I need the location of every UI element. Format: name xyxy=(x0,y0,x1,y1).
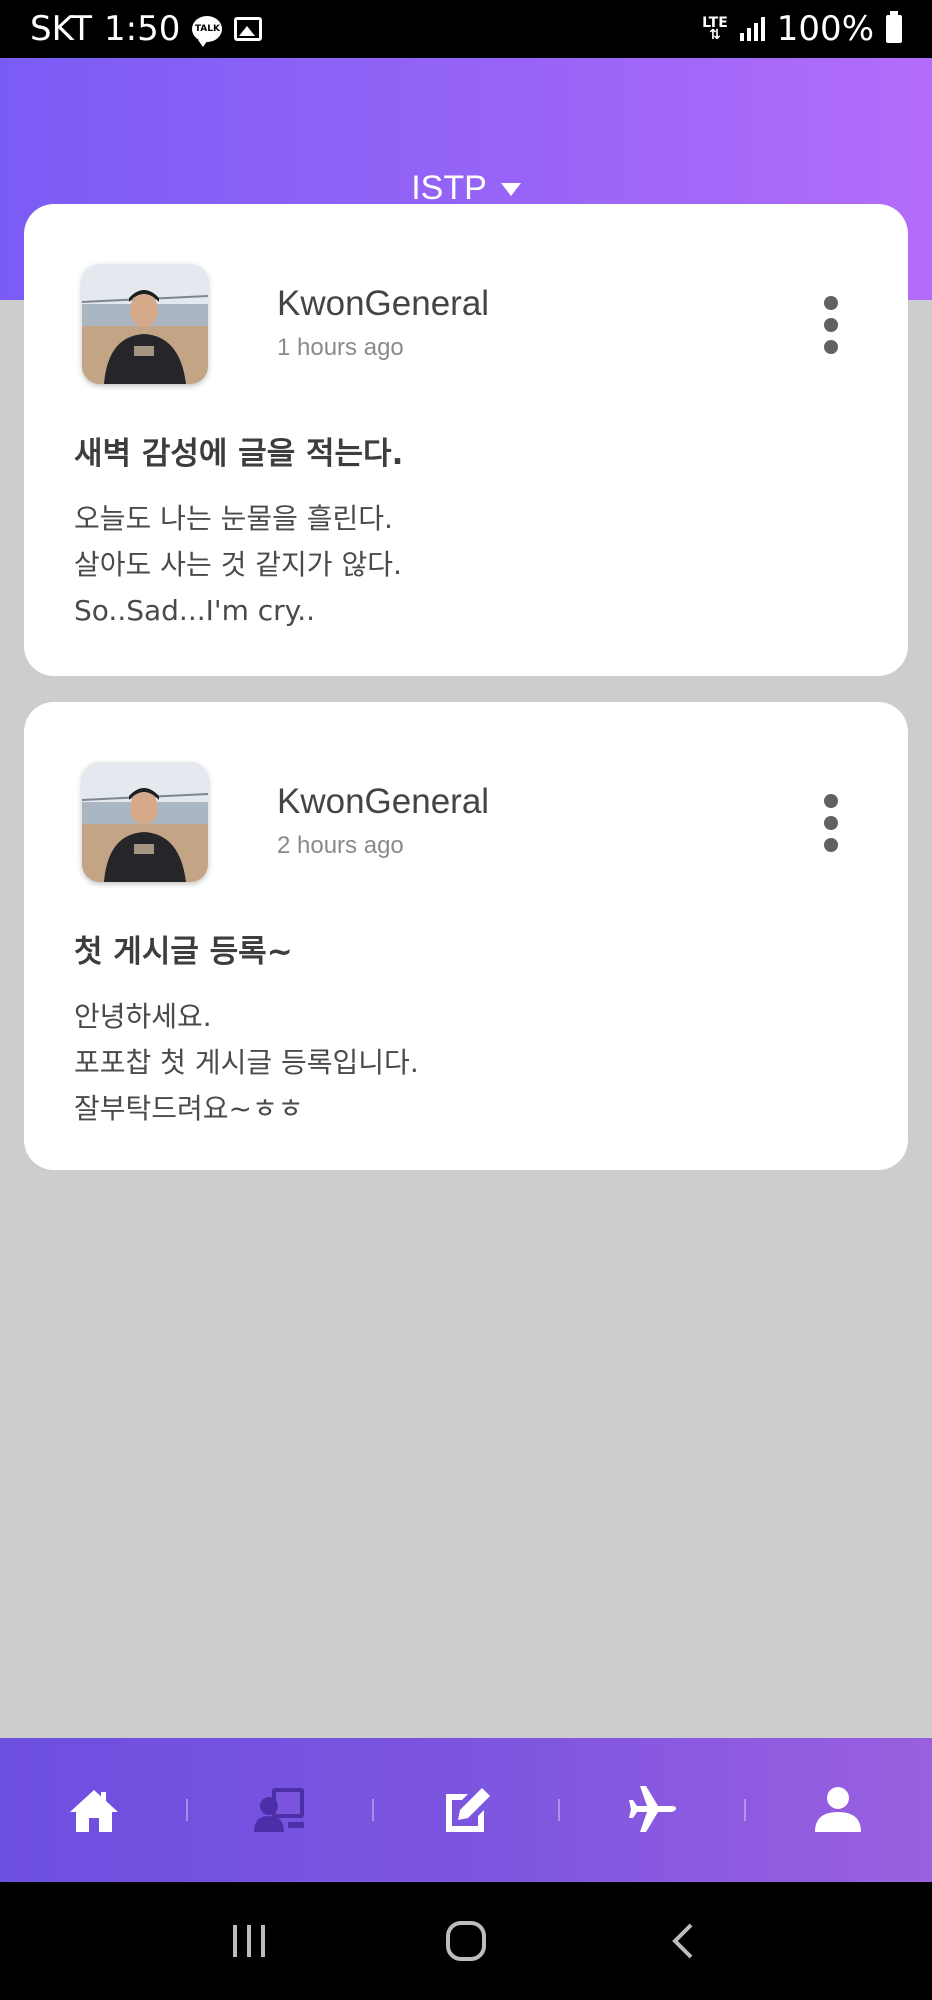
more-dot-icon xyxy=(824,340,838,354)
network-type: LTE xyxy=(702,15,728,31)
post-body: 오늘도 나는 눈물을 흘린다. 살아도 사는 것 같지가 않다. So..Sad… xyxy=(74,496,402,634)
post-body-line: 오늘도 나는 눈물을 흘린다. xyxy=(74,502,393,535)
more-dot-icon xyxy=(824,318,838,332)
avatar[interactable] xyxy=(82,762,208,882)
profile-card-icon xyxy=(254,1788,304,1832)
nav-divider xyxy=(558,1799,560,1821)
user-icon xyxy=(815,1787,861,1832)
recent-apps-icon xyxy=(232,1925,265,1957)
nav-divider xyxy=(186,1799,188,1821)
nav-profile-card[interactable] xyxy=(232,1762,328,1858)
post-time: 2 hours ago xyxy=(277,832,404,859)
more-options-button[interactable] xyxy=(816,296,846,354)
mbti-selector-label: ISTP xyxy=(411,168,487,207)
lte-icon: LTE ⇅ xyxy=(702,15,728,43)
post-time: 1 hours ago xyxy=(277,334,404,361)
more-options-button[interactable] xyxy=(816,794,846,852)
carrier-label: SKT xyxy=(30,9,93,49)
more-dot-icon xyxy=(824,838,838,852)
post-card[interactable]: KwonGeneral 2 hours ago 첫 게시글 등록~ 안녕하세요.… xyxy=(24,702,908,1170)
avatar-photo xyxy=(82,762,208,882)
system-navigation-bar xyxy=(0,1882,932,2000)
nav-divider xyxy=(372,1799,374,1821)
post-body-line: 안녕하세요. xyxy=(74,1000,212,1033)
post-body-line: 잘부탁드려요~ㅎㅎ xyxy=(74,1092,304,1125)
recent-apps-button[interactable] xyxy=(209,1901,289,1981)
caret-down-icon xyxy=(500,182,521,196)
clock: 1:50 xyxy=(104,9,181,49)
post-title: 첫 게시글 등록~ xyxy=(74,934,293,970)
post-body: 안녕하세요. 포포찹 첫 게시글 등록입니다. 잘부탁드려요~ㅎㅎ xyxy=(74,994,419,1132)
more-dot-icon xyxy=(824,794,838,808)
home-icon xyxy=(70,1790,118,1832)
avatar[interactable] xyxy=(82,264,208,384)
edit-icon xyxy=(446,1788,490,1832)
status-left: SKT 1:50 TALK xyxy=(30,9,263,49)
kakaotalk-notification-icon: TALK xyxy=(192,16,223,47)
post-body-line: So..Sad...I'm cry.. xyxy=(74,594,316,627)
battery-icon xyxy=(886,11,902,43)
post-title: 새벽 감성에 글을 적는다. xyxy=(74,436,404,472)
nav-home[interactable] xyxy=(46,1762,142,1858)
status-bar: SKT 1:50 TALK LTE ⇅ 100% xyxy=(0,0,932,58)
avatar-photo xyxy=(82,264,208,384)
airplane-icon xyxy=(629,1786,677,1832)
back-button[interactable] xyxy=(643,1901,723,1981)
post-body-line: 포포찹 첫 게시글 등록입니다. xyxy=(74,1046,419,1079)
post-author[interactable]: KwonGeneral xyxy=(277,782,489,822)
more-dot-icon xyxy=(824,296,838,310)
more-dot-icon xyxy=(824,816,838,830)
signal-icon xyxy=(739,17,765,41)
battery-percent: 100% xyxy=(776,9,874,49)
back-chevron-icon xyxy=(672,1923,693,1959)
post-author[interactable]: KwonGeneral xyxy=(277,284,489,324)
talk-badge-text: TALK xyxy=(194,24,220,34)
nav-travel[interactable] xyxy=(604,1762,700,1858)
bottom-navigation xyxy=(0,1738,932,1882)
post-body-line: 살아도 사는 것 같지가 않다. xyxy=(74,548,402,581)
nav-divider xyxy=(744,1799,746,1821)
status-right: LTE ⇅ 100% xyxy=(702,9,902,49)
nav-profile[interactable] xyxy=(790,1762,886,1858)
nav-write[interactable] xyxy=(418,1762,514,1858)
post-card[interactable]: KwonGeneral 1 hours ago 새벽 감성에 글을 적는다. 오… xyxy=(24,204,908,676)
image-notification-icon xyxy=(234,17,263,41)
home-system-button[interactable] xyxy=(426,1901,506,1981)
home-circle-icon xyxy=(445,1921,486,1961)
